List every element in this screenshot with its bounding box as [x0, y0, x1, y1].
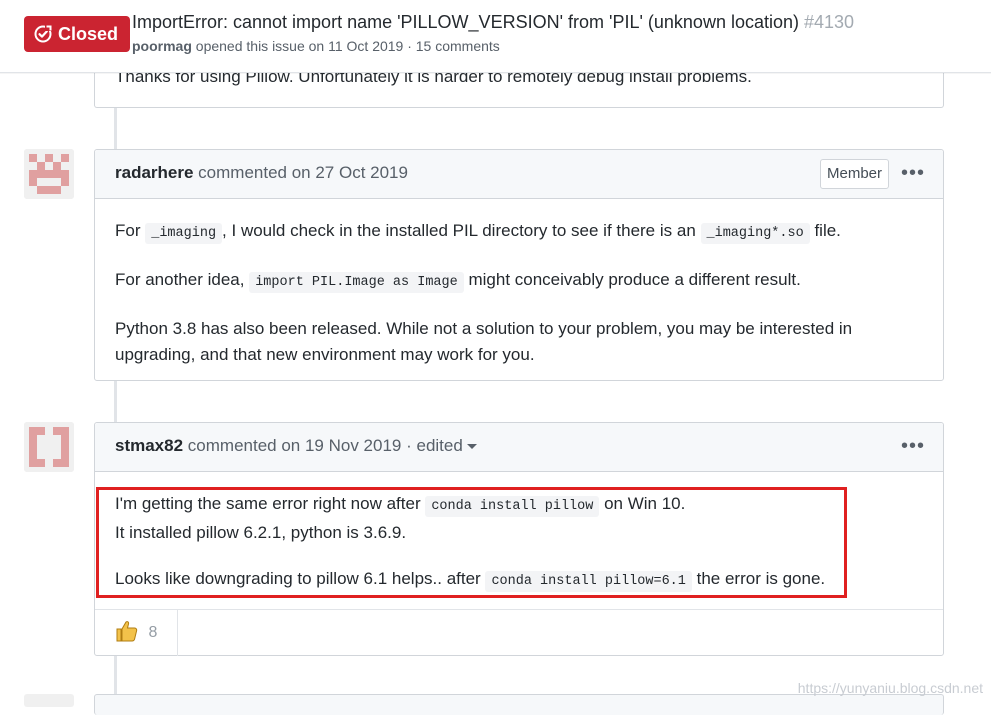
inline-code: conda install pillow — [425, 496, 600, 517]
member-badge: Member — [819, 159, 889, 189]
next-comment — [94, 694, 944, 715]
comment-meta: stmax82 commented on 19 Nov 2019 · edite… — [115, 436, 477, 456]
inline-code: _imaging — [145, 223, 223, 244]
caret-down-icon — [466, 444, 477, 450]
comment-body: For _imaging, I would check in the insta… — [115, 218, 923, 368]
avatar[interactable] — [24, 422, 74, 472]
comment-paragraph: Python 3.8 has also been released. While… — [115, 319, 853, 364]
comment-paragraph: I'm getting the same error right now aft… — [115, 494, 686, 542]
comment-timestamp[interactable]: commented on 27 Oct 2019 — [193, 163, 408, 182]
timeline-line — [114, 654, 117, 694]
comment-options-icon[interactable]: ••• — [901, 162, 925, 184]
comment-radarhere: radarhere commented on 27 Oct 2019 Membe… — [94, 149, 944, 381]
issue-number: #4130 — [804, 12, 855, 32]
reaction-count: 8 — [148, 624, 158, 641]
reactions-bar: 8 — [95, 609, 943, 656]
issue-state-label: Closed — [58, 23, 119, 44]
comment-author-link[interactable]: stmax82 — [115, 436, 183, 455]
comment-stmax82: stmax82 commented on 19 Nov 2019 · edite… — [94, 422, 944, 656]
thumbs-up-reaction-button[interactable]: 8 — [95, 610, 178, 656]
watermark: https://yunyaniu.blog.csdn.net — [797, 680, 983, 696]
issue-state-badge: Closed — [24, 16, 131, 52]
issue-title-text: ImportError: cannot import name 'PILLOW_… — [132, 12, 799, 32]
comment-meta: radarhere commented on 27 Oct 2019 — [115, 163, 408, 183]
edited-dropdown[interactable]: edited — [416, 436, 477, 455]
issue-meta-text: opened this issue on 11 Oct 2019 · 15 co… — [191, 38, 500, 54]
comment-header: radarhere commented on 27 Oct 2019 Membe… — [95, 150, 943, 199]
radarhere-avatar-icon — [24, 149, 74, 199]
issue-author-link[interactable]: poormag — [132, 38, 192, 54]
timeline-line — [114, 108, 117, 150]
inline-code: import PIL.Image as Image — [249, 272, 464, 293]
issue-closed-icon — [34, 25, 52, 43]
comment-body: I'm getting the same error right now aft… — [115, 491, 923, 595]
inline-code: conda install pillow=6.1 — [485, 571, 692, 592]
avatar[interactable] — [24, 694, 74, 707]
timeline-line — [114, 380, 117, 422]
avatar[interactable] — [24, 149, 74, 199]
comment-paragraph: Looks like downgrading to pillow 6.1 hel… — [115, 566, 923, 595]
comment-timestamp[interactable]: commented on 19 Nov 2019 · — [183, 436, 416, 455]
comment-header: stmax82 commented on 19 Nov 2019 · edite… — [95, 423, 943, 472]
comment-paragraph: For _imaging, I would check in the insta… — [115, 218, 923, 247]
comment-author-link[interactable]: radarhere — [115, 163, 193, 182]
comment-options-icon[interactable]: ••• — [901, 435, 925, 457]
inline-code: _imaging*.so — [700, 223, 810, 244]
issue-title: ImportError: cannot import name 'PILLOW_… — [132, 12, 854, 33]
comment-paragraph: For another idea, import PIL.Image as Im… — [115, 267, 923, 296]
issue-sticky-header: Closed ImportError: cannot import name '… — [0, 0, 991, 73]
thumbs-up-icon — [115, 619, 139, 648]
stmax82-avatar-icon — [24, 422, 74, 472]
issue-meta: poormag opened this issue on 11 Oct 2019… — [132, 38, 500, 54]
